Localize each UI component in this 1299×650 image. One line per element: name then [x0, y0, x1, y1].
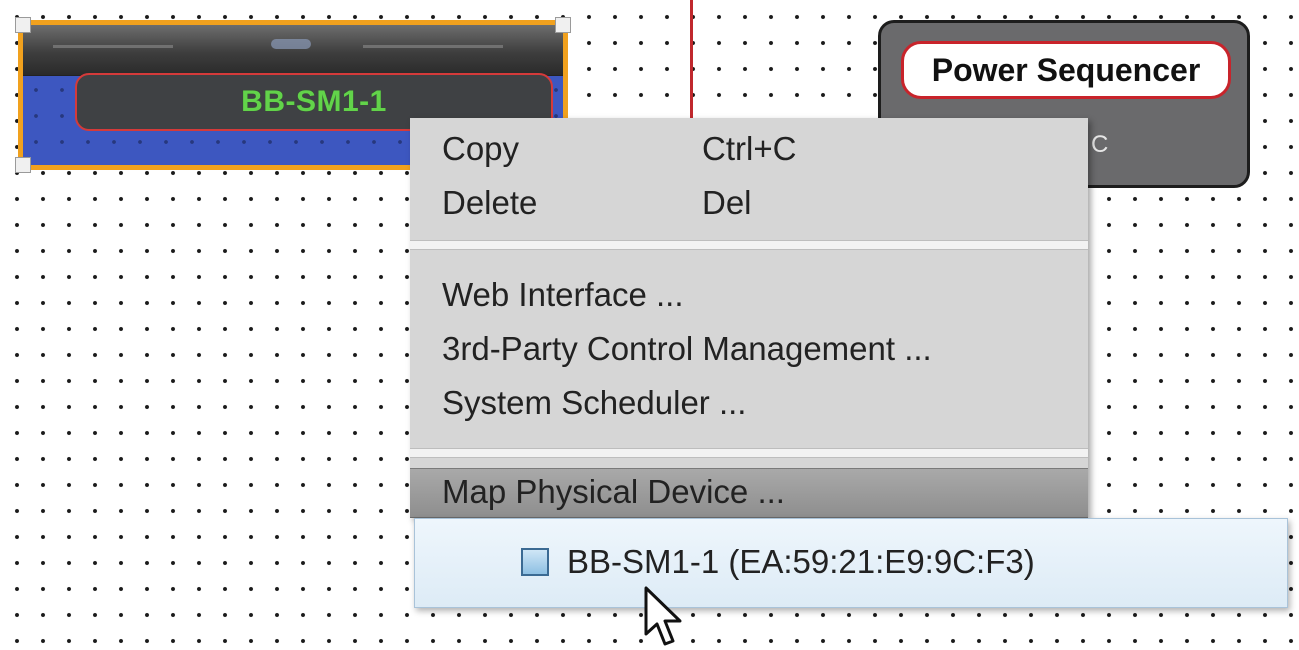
mouse-pointer-icon [644, 586, 682, 646]
resize-handle-top-right[interactable] [555, 17, 571, 33]
device-rack-image [23, 25, 563, 76]
device-name-label: BB-SM1-1 [241, 85, 387, 118]
menu-item-system-scheduler[interactable]: System Scheduler ... [410, 376, 1088, 428]
menu-item-copy[interactable]: Copy Ctrl+C [410, 122, 1088, 174]
map-physical-device-submenu: BB-SM1-1 (EA:59:21:E9:9C:F3) [414, 518, 1288, 608]
divider-line [690, 0, 693, 118]
menu-item-map-physical-device[interactable]: Map Physical Device ... [410, 468, 1088, 518]
power-sequencer-subtitle: C [1091, 131, 1109, 158]
submenu-item-device[interactable]: BB-SM1-1 (EA:59:21:E9:9C:F3) [521, 537, 1035, 587]
context-menu: Copy Ctrl+C Delete Del Web Interface ...… [410, 118, 1088, 518]
menu-item-delete[interactable]: Delete Del [410, 176, 1088, 228]
menu-item-3rd-party-control[interactable]: 3rd-Party Control Management ... [410, 322, 1088, 374]
resize-handle-bottom-left[interactable] [15, 157, 31, 173]
menu-separator [410, 448, 1088, 458]
menu-separator [410, 240, 1088, 250]
resize-handle-top-left[interactable] [15, 17, 31, 33]
checkbox-icon[interactable] [521, 548, 549, 576]
power-sequencer-title: Power Sequencer [901, 41, 1231, 99]
design-canvas[interactable]: BB-SM1-1 Power Sequencer C Copy Ctrl+C D… [0, 0, 1299, 650]
menu-item-web-interface[interactable]: Web Interface ... [410, 268, 1088, 320]
submenu-device-label: BB-SM1-1 (EA:59:21:E9:9C:F3) [567, 543, 1035, 580]
